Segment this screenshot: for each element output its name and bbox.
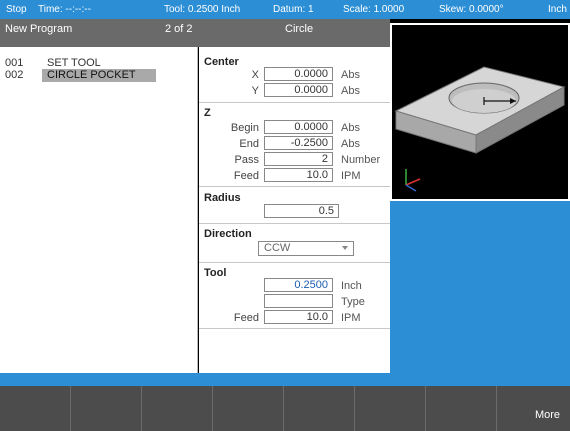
tool-type-unit: Type (341, 296, 365, 308)
step-position: 2 of 2 (165, 23, 193, 35)
softkey-2[interactable] (71, 386, 142, 431)
softkey-3[interactable] (142, 386, 213, 431)
run-time: Time: --:--:-- (38, 4, 91, 15)
z-pass-label: Pass (234, 154, 259, 166)
direction-selected-value: CCW (264, 242, 291, 254)
scale-readout: Scale: 1.0000 (343, 4, 405, 15)
status-bar: Stop Time: --:--:-- Tool: 0.2500 Inch Da… (0, 0, 570, 19)
center-x-label: X (251, 69, 259, 81)
section-divider (199, 262, 390, 263)
axis-triad-icon (405, 169, 421, 192)
part-preview-graphic (394, 66, 566, 192)
center-section-title: Center (204, 56, 239, 68)
center-y-label: Y (251, 85, 259, 97)
tool-type-field[interactable] (264, 294, 333, 308)
tool-diameter-field[interactable]: 0.2500 (264, 278, 333, 292)
section-divider (199, 223, 390, 224)
softkey-bar: More (0, 386, 570, 431)
z-feed-field[interactable]: 10.0 (264, 168, 333, 182)
program-list[interactable]: 001 SET TOOL 002 CIRCLE POCKET (0, 47, 198, 373)
step-number: 002 (5, 69, 24, 81)
more-softkey[interactable]: More (497, 386, 570, 431)
status-strip (0, 373, 570, 386)
direction-dropdown[interactable]: CCW (258, 241, 354, 256)
z-pass-unit: Number (341, 154, 381, 166)
z-begin-unit: Abs (341, 122, 360, 134)
softkey-1[interactable] (0, 386, 71, 431)
chevron-down-icon (342, 246, 348, 250)
program-header: New Program 2 of 2 Circle (0, 19, 390, 47)
tool-feed-field[interactable]: 10.0 (264, 310, 333, 324)
z-end-label: End (239, 138, 259, 150)
program-list-item-selected[interactable]: 002 CIRCLE POCKET (0, 69, 198, 82)
z-feed-unit: IPM (341, 170, 361, 182)
radius-field[interactable]: 0.5 (264, 204, 339, 218)
circle-pocket-form: Center X 0.0000 Abs Y 0.0000 Abs Z Begin… (199, 47, 390, 373)
center-x-field[interactable]: 0.0000 (264, 67, 333, 81)
center-y-field[interactable]: 0.0000 (264, 83, 333, 97)
z-section-title: Z (204, 107, 211, 119)
center-y-unit: Abs (341, 85, 360, 97)
program-name: New Program (5, 23, 73, 35)
current-tool: Tool: 0.2500 Inch (164, 4, 241, 15)
tool-diameter-unit: Inch (341, 280, 362, 292)
tool-feed-unit: IPM (341, 312, 361, 324)
more-softkey-label: More (534, 409, 560, 421)
current-datum: Datum: 1 (273, 4, 314, 15)
radius-section-title: Radius (204, 192, 241, 204)
part-preview-viewport[interactable] (390, 23, 570, 201)
z-end-unit: Abs (341, 138, 360, 150)
softkey-4[interactable] (213, 386, 284, 431)
step-name: CIRCLE POCKET (42, 69, 156, 82)
section-divider (199, 328, 390, 329)
skew-readout: Skew: 0.0000° (439, 4, 504, 15)
tool-section-title: Tool (204, 267, 227, 279)
section-divider (199, 102, 390, 103)
z-begin-field[interactable]: 0.0000 (264, 120, 333, 134)
z-end-field[interactable]: -0.2500 (264, 136, 333, 150)
section-divider (199, 186, 390, 187)
z-begin-label: Begin (230, 122, 259, 134)
softkey-5[interactable] (284, 386, 355, 431)
softkey-6[interactable] (355, 386, 426, 431)
z-feed-label: Feed (233, 170, 259, 182)
center-x-unit: Abs (341, 69, 360, 81)
softkey-7[interactable] (426, 386, 497, 431)
direction-section-title: Direction (204, 228, 252, 240)
machine-state: Stop (6, 4, 27, 15)
z-pass-field[interactable]: 2 (264, 152, 333, 166)
tool-feed-label: Feed (233, 312, 259, 324)
step-type: Circle (285, 23, 314, 35)
units-readout: Inch (548, 4, 567, 15)
